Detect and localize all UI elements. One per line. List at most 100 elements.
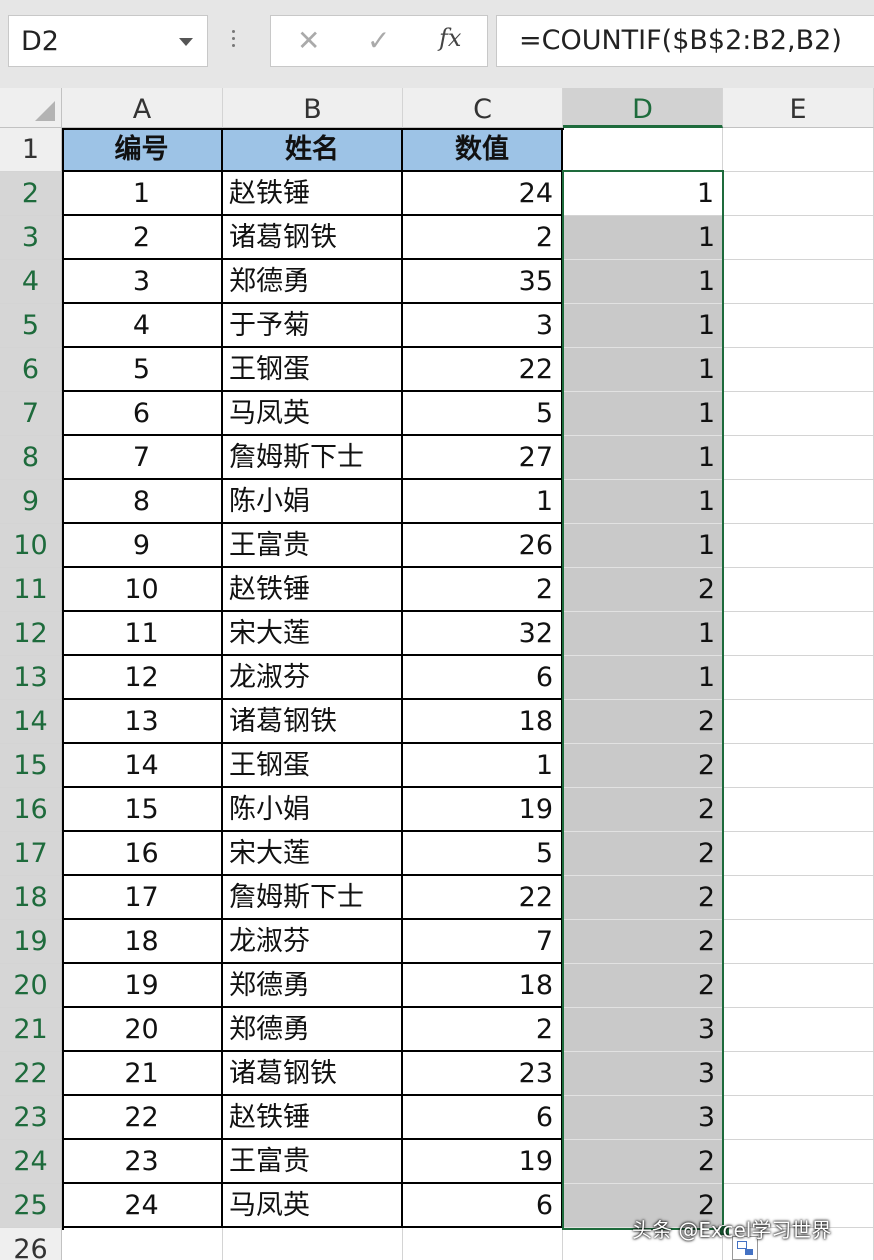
cell-e[interactable] xyxy=(723,700,874,744)
cell[interactable] xyxy=(403,1228,563,1260)
cell-b[interactable]: 宋大莲 xyxy=(223,832,403,876)
cell-d[interactable]: 2 xyxy=(563,920,723,964)
row-header[interactable]: 3 xyxy=(0,216,62,260)
cell-d[interactable]: 2 xyxy=(563,1140,723,1184)
cell-e[interactable] xyxy=(723,1096,874,1140)
cell-b[interactable]: 王钢蛋 xyxy=(223,348,403,392)
cell-b[interactable]: 龙淑芬 xyxy=(223,920,403,964)
cell-a[interactable]: 4 xyxy=(62,304,223,348)
cell-b[interactable]: 龙淑芬 xyxy=(223,656,403,700)
cell-c[interactable]: 26 xyxy=(403,524,563,568)
cell-d[interactable]: 1 xyxy=(563,524,723,568)
cell-c[interactable]: 2 xyxy=(403,568,563,612)
cell-a[interactable]: 18 xyxy=(62,920,223,964)
cell-a[interactable]: 20 xyxy=(62,1008,223,1052)
column-header-d[interactable]: D xyxy=(563,88,723,128)
select-all-corner[interactable] xyxy=(0,88,62,128)
cell-a[interactable]: 5 xyxy=(62,348,223,392)
column-header-a[interactable]: A xyxy=(62,88,223,128)
cell-d[interactable]: 2 xyxy=(563,744,723,788)
cell[interactable] xyxy=(723,128,874,172)
cell-d[interactable]: 2 xyxy=(563,964,723,1008)
row-header[interactable]: 10 xyxy=(0,524,62,568)
cell-d[interactable]: 2 xyxy=(563,876,723,920)
row-header[interactable]: 4 xyxy=(0,260,62,304)
cell-a[interactable]: 19 xyxy=(62,964,223,1008)
row-header[interactable]: 5 xyxy=(0,304,62,348)
cell-e[interactable] xyxy=(723,656,874,700)
row-header[interactable]: 17 xyxy=(0,832,62,876)
cell-c[interactable]: 2 xyxy=(403,1008,563,1052)
row-header[interactable]: 9 xyxy=(0,480,62,524)
cell-e[interactable] xyxy=(723,260,874,304)
cell-a[interactable]: 10 xyxy=(62,568,223,612)
cell-a[interactable]: 12 xyxy=(62,656,223,700)
row-header[interactable]: 13 xyxy=(0,656,62,700)
chevron-down-icon[interactable] xyxy=(179,38,193,46)
cell-e[interactable] xyxy=(723,480,874,524)
cell-a[interactable]: 22 xyxy=(62,1096,223,1140)
cell-d[interactable]: 2 xyxy=(563,788,723,832)
cell-e[interactable] xyxy=(723,832,874,876)
formula-input[interactable]: =COUNTIF($B$2:B2,B2) xyxy=(496,15,874,67)
cell-c[interactable]: 24 xyxy=(403,172,563,216)
row-header[interactable]: 7 xyxy=(0,392,62,436)
cell-d[interactable]: 1 xyxy=(563,392,723,436)
cell-d[interactable]: 1 xyxy=(563,260,723,304)
row-header[interactable]: 12 xyxy=(0,612,62,656)
cell-e[interactable] xyxy=(723,436,874,480)
cell-a[interactable]: 17 xyxy=(62,876,223,920)
cell-d[interactable]: 1 xyxy=(563,348,723,392)
cell-c[interactable]: 5 xyxy=(403,392,563,436)
cell-b[interactable]: 陈小娟 xyxy=(223,480,403,524)
cell-c[interactable]: 19 xyxy=(403,1140,563,1184)
cell-b[interactable]: 詹姆斯下士 xyxy=(223,436,403,480)
header-cell-d[interactable] xyxy=(563,128,723,172)
cell-a[interactable]: 6 xyxy=(62,392,223,436)
drag-handle-icon[interactable] xyxy=(232,30,236,52)
column-header-b[interactable]: B xyxy=(223,88,403,128)
enter-icon[interactable]: ✓ xyxy=(367,24,390,57)
cell-e[interactable] xyxy=(723,964,874,1008)
cell-c[interactable]: 2 xyxy=(403,216,563,260)
cell-a[interactable]: 24 xyxy=(62,1184,223,1228)
cell-d[interactable]: 2 xyxy=(563,832,723,876)
column-header-e[interactable]: E xyxy=(723,88,874,128)
cell-e[interactable] xyxy=(723,568,874,612)
row-header[interactable]: 1 xyxy=(0,128,62,172)
cell-e[interactable] xyxy=(723,744,874,788)
cell-d[interactable]: 3 xyxy=(563,1008,723,1052)
insert-function-icon[interactable]: fx xyxy=(439,24,461,52)
cell-c[interactable]: 23 xyxy=(403,1052,563,1096)
row-header[interactable]: 14 xyxy=(0,700,62,744)
cell-b[interactable]: 马凤英 xyxy=(223,392,403,436)
cell-c[interactable]: 7 xyxy=(403,920,563,964)
spreadsheet-grid[interactable]: A B C D E 1 编号 姓名 数值 2 1 赵铁锤 24 1 3 2 诸葛钢铁 2 1 4 3 郑德勇 35 1 5 4 于予… xyxy=(0,88,874,1260)
row-header[interactable]: 23 xyxy=(0,1096,62,1140)
cell-e[interactable] xyxy=(723,524,874,568)
row-header[interactable]: 20 xyxy=(0,964,62,1008)
cell-b[interactable]: 赵铁锤 xyxy=(223,1096,403,1140)
cell-e[interactable] xyxy=(723,788,874,832)
row-header[interactable]: 26 xyxy=(0,1228,62,1260)
cell-a[interactable]: 2 xyxy=(62,216,223,260)
cell-a[interactable]: 15 xyxy=(62,788,223,832)
cell-d[interactable]: 1 xyxy=(563,612,723,656)
cell-b[interactable]: 陈小娟 xyxy=(223,788,403,832)
cell-b[interactable]: 赵铁锤 xyxy=(223,172,403,216)
cell-e[interactable] xyxy=(723,216,874,260)
cell-c[interactable]: 18 xyxy=(403,700,563,744)
cell-c[interactable]: 6 xyxy=(403,1184,563,1228)
header-cell-a[interactable]: 编号 xyxy=(62,128,223,172)
cell-d[interactable]: 2 xyxy=(563,700,723,744)
row-header[interactable]: 2 xyxy=(0,172,62,216)
cell[interactable] xyxy=(223,1228,403,1260)
cell-d[interactable]: 1 xyxy=(563,436,723,480)
cell-e[interactable] xyxy=(723,1008,874,1052)
cell-e[interactable] xyxy=(723,392,874,436)
cell-e[interactable] xyxy=(723,612,874,656)
cell-b[interactable]: 马凤英 xyxy=(223,1184,403,1228)
cell-b[interactable]: 诸葛钢铁 xyxy=(223,1052,403,1096)
cell-a[interactable]: 23 xyxy=(62,1140,223,1184)
cell-b[interactable]: 于予菊 xyxy=(223,304,403,348)
